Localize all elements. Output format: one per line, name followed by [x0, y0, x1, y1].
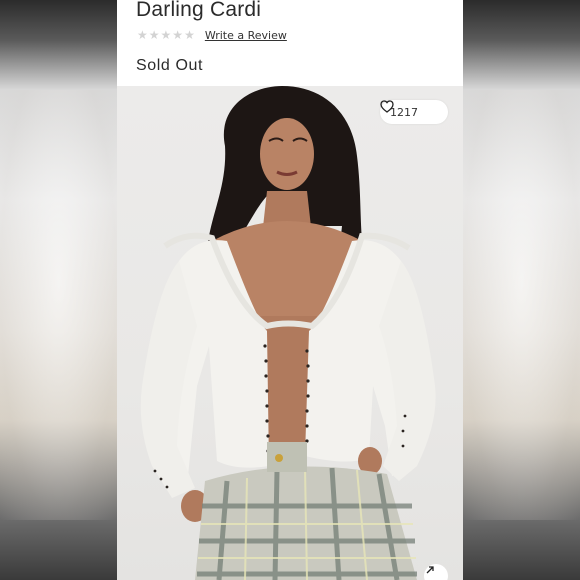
- rating-stars: ★ ★ ★ ★ ★: [137, 29, 195, 41]
- product-title: Darling Cardi: [136, 0, 262, 21]
- star-icon: ★: [137, 28, 148, 42]
- favorites-count: 1217: [390, 105, 418, 119]
- product-photo[interactable]: 1217: [117, 86, 463, 580]
- star-icon: ★: [160, 28, 172, 42]
- star-icon: ★: [184, 28, 195, 42]
- star-icon: ★: [172, 28, 184, 42]
- star-icon: ★: [148, 28, 160, 42]
- write-review-link[interactable]: Write a Review: [205, 29, 287, 42]
- product-panel: Darling Cardi ★ ★ ★ ★ ★ Write a Review S…: [117, 0, 463, 580]
- product-header: Darling Cardi ★ ★ ★ ★ ★ Write a Review S…: [117, 0, 463, 86]
- rating-row: ★ ★ ★ ★ ★ Write a Review: [137, 27, 287, 43]
- stock-status: Sold Out: [136, 57, 204, 74]
- model-illustration: [140, 86, 436, 580]
- heart-outline-icon: [380, 100, 438, 119]
- favorite-button[interactable]: 1217: [380, 100, 448, 124]
